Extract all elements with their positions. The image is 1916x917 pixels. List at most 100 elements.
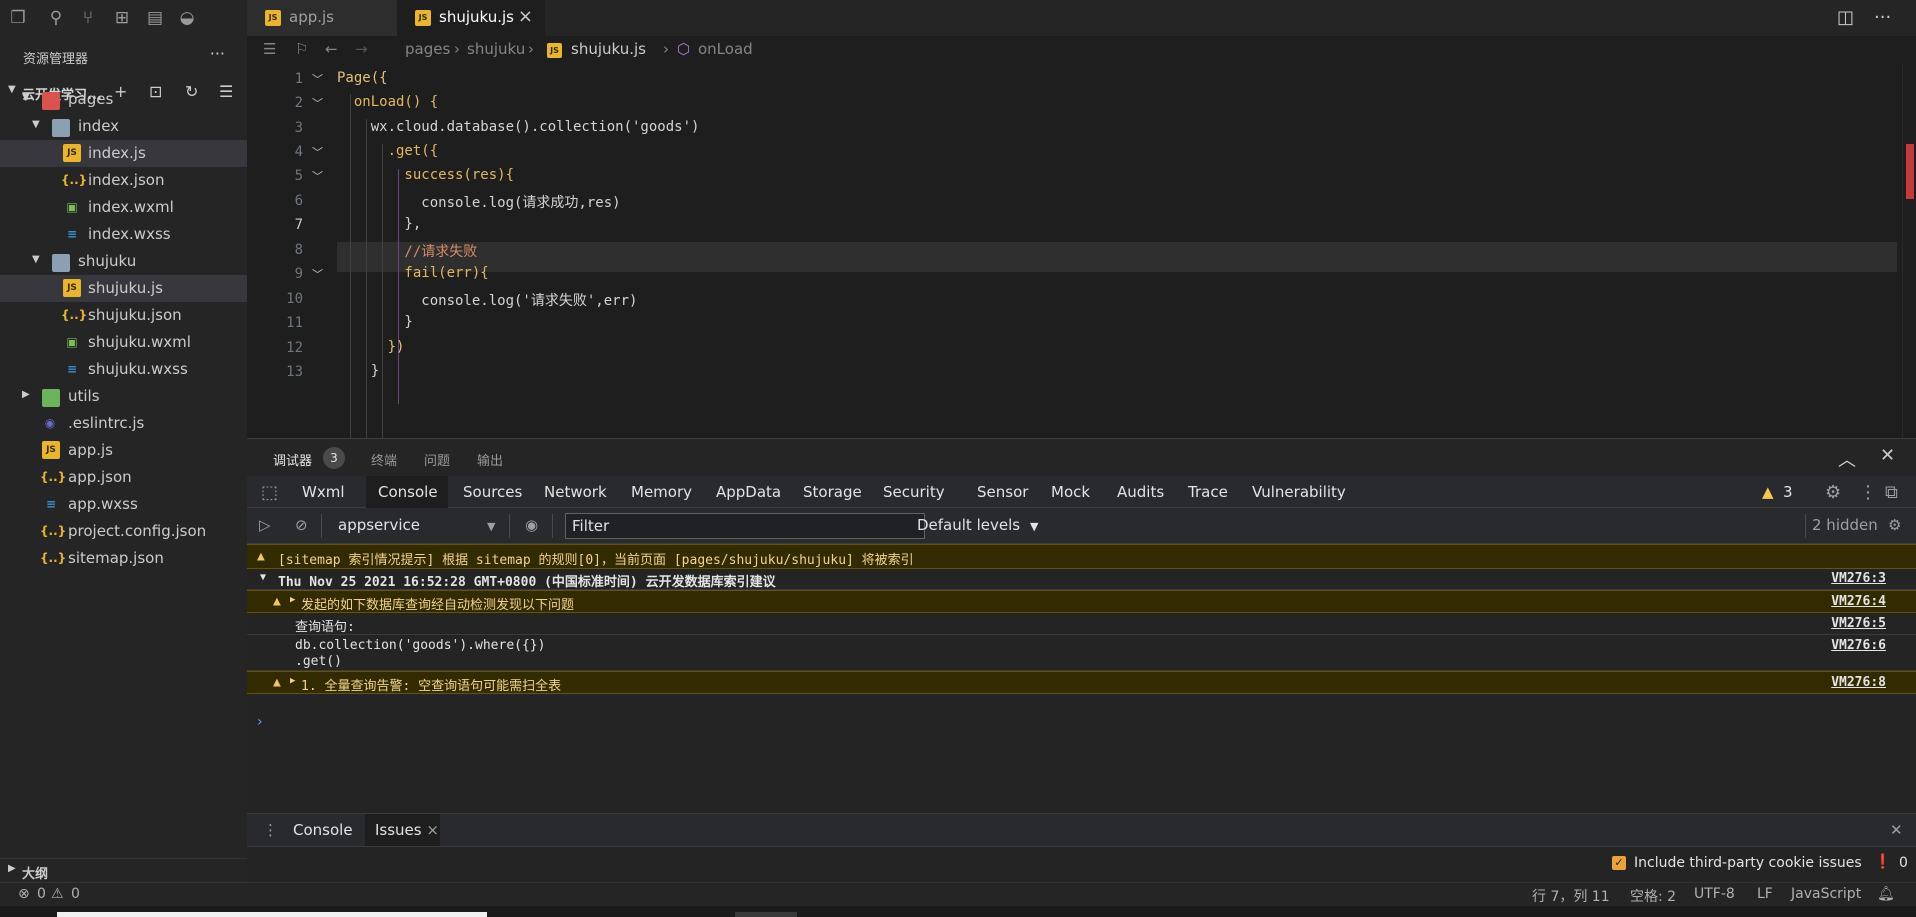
tab-vulnerability[interactable]: Vulnerability	[1252, 476, 1346, 508]
source-control-icon[interactable]: ⑂	[78, 8, 98, 28]
error-count[interactable]: 0	[37, 886, 46, 902]
fold-icon[interactable]: ﹀	[312, 144, 323, 160]
more-actions-icon[interactable]: ⋮	[1859, 482, 1877, 503]
breadcrumb-item[interactable]: shujuku.js	[571, 40, 646, 58]
fold-icon[interactable]: ﹀	[312, 95, 323, 111]
tree-item-index-wxss[interactable]: ≡ index.wxss	[0, 221, 247, 248]
tab-mock[interactable]: Mock	[1051, 476, 1090, 508]
outline-toggle-icon[interactable]: ☰	[263, 40, 276, 58]
code-editor[interactable]: 1 ﹀ Page({ 2 ﹀ onLoad() { 3 wx.cloud.dat…	[247, 64, 1916, 438]
eye-icon[interactable]: ◉	[525, 516, 538, 534]
fold-icon[interactable]: ﹀	[312, 168, 323, 184]
settings-icon[interactable]: ⚙	[1825, 482, 1841, 503]
sidebar-toggle-icon[interactable]: ▷	[259, 516, 271, 534]
forward-icon[interactable]: →	[355, 40, 368, 58]
line-ending[interactable]: LF	[1757, 886, 1773, 902]
tab-sensor[interactable]: Sensor	[977, 476, 1028, 508]
maximize-panel-icon[interactable]: ︿	[1838, 446, 1856, 472]
back-icon[interactable]: ←	[325, 40, 338, 58]
context-select[interactable]: appservice	[338, 516, 420, 534]
split-editor-icon[interactable]: ◫	[1837, 7, 1854, 28]
tree-item-index-folder[interactable]: ▼ index	[0, 113, 247, 140]
tree-item-index-js[interactable]: JS index.js	[0, 140, 247, 167]
breadcrumb-item[interactable]: onLoad	[698, 40, 753, 58]
layout-icon[interactable]: ▤	[145, 8, 165, 28]
source-link[interactable]: VM276:4	[1831, 594, 1886, 609]
source-link[interactable]: VM276:3	[1831, 571, 1886, 586]
tab-appdata[interactable]: AppData	[716, 476, 781, 508]
drawer-menu-icon[interactable]: ⋮	[263, 814, 278, 846]
tab-memory[interactable]: Memory	[631, 476, 692, 508]
tree-item-shujuku-folder[interactable]: ▼ shujuku	[0, 248, 247, 275]
fold-icon[interactable]: ﹀	[312, 71, 323, 87]
warning-count[interactable]: 0	[71, 886, 80, 902]
source-link[interactable]: VM276:6	[1831, 638, 1886, 653]
cursor-position[interactable]: 行 7，列 11	[1532, 886, 1610, 906]
settings-icon[interactable]: ⚙	[1888, 516, 1901, 534]
dock-icon[interactable]: ⧉	[1885, 482, 1898, 503]
source-link[interactable]: VM276:8	[1831, 675, 1886, 690]
tree-item-shujuku-js[interactable]: JS shujuku.js	[0, 275, 247, 302]
console-message-warning[interactable]: ▲ ▶ 1. 全量查询告警: 空查询语句可能需扫全表 VM276:8	[247, 671, 1916, 694]
tree-item-sitemap[interactable]: {..} sitemap.json	[0, 545, 247, 572]
levels-select[interactable]: Default levels	[917, 516, 1020, 534]
tab-network[interactable]: Network	[544, 476, 607, 508]
tab-shujuku-js[interactable]: JS shujuku.js ×	[397, 0, 545, 36]
source-link[interactable]: VM276:5	[1831, 616, 1886, 631]
tab-debugger[interactable]: 调试器	[273, 450, 312, 469]
tab-sources[interactable]: Sources	[463, 476, 522, 508]
more-actions-icon[interactable]: ···	[1874, 7, 1891, 28]
tree-item-app-wxss[interactable]: ≡ app.wxss	[0, 491, 247, 518]
more-actions-icon[interactable]: ···	[210, 44, 225, 63]
console-message-warning[interactable]: ▲ ▶ 发起的如下数据库查询经自动检测发现以下问题 VM276:4	[247, 590, 1916, 613]
tree-item-shujuku-wxml[interactable]: ▣ shujuku.wxml	[0, 329, 247, 356]
error-icon[interactable]: ⊗	[18, 886, 30, 902]
console-group[interactable]: ▼ Thu Nov 25 2021 16:52:28 GMT+0800 (中国标…	[247, 569, 1916, 590]
breadcrumb-item[interactable]: shujuku	[467, 40, 525, 58]
tree-item-shujuku-json[interactable]: {..} shujuku.json	[0, 302, 247, 329]
breadcrumb-item[interactable]: pages	[405, 40, 450, 58]
tree-item-eslintrc[interactable]: ◉ .eslintrc.js	[0, 410, 247, 437]
language-mode[interactable]: JavaScript	[1791, 886, 1861, 902]
search-icon[interactable]: ⚲	[46, 8, 66, 28]
tab-storage[interactable]: Storage	[803, 476, 862, 508]
tab-problems[interactable]: 问题	[424, 450, 450, 469]
tab-console[interactable]: Console	[366, 476, 448, 508]
extensions-icon[interactable]: ⊞	[112, 8, 132, 28]
filter-input[interactable]: Filter	[565, 513, 925, 539]
tab-security[interactable]: Security	[883, 476, 945, 508]
tree-item-app-js[interactable]: JS app.js	[0, 437, 247, 464]
tab-audits[interactable]: Audits	[1117, 476, 1164, 508]
close-icon[interactable]: ×	[518, 6, 533, 27]
encoding[interactable]: UTF-8	[1694, 886, 1735, 902]
inspect-element-icon[interactable]: ⬚	[261, 482, 278, 503]
editor-scrollbar[interactable]	[1902, 64, 1916, 438]
tab-trace[interactable]: Trace	[1188, 476, 1228, 508]
tree-item-index-json[interactable]: {..} index.json	[0, 167, 247, 194]
fold-icon[interactable]: ﹀	[312, 266, 323, 282]
tab-app-js[interactable]: JS app.js	[247, 0, 397, 36]
tree-item-shujuku-wxss[interactable]: ≡ shujuku.wxss	[0, 356, 247, 383]
notification-bell-icon[interactable]: 🔔︎	[1877, 886, 1895, 902]
clear-console-icon[interactable]: ⊘	[295, 516, 308, 534]
tree-item-app-json[interactable]: {..} app.json	[0, 464, 247, 491]
warning-icon[interactable]: ⚠	[51, 886, 64, 902]
close-icon[interactable]: ×	[426, 821, 439, 839]
console-prompt[interactable]: ›	[257, 714, 263, 730]
warning-count[interactable]: 3	[1783, 476, 1793, 508]
tab-issues[interactable]: Issues ×	[365, 814, 440, 846]
files-icon[interactable]: ❐	[8, 8, 28, 28]
tree-item-project-config[interactable]: {..} project.config.json	[0, 518, 247, 545]
tree-item-pages[interactable]: ▼ pages	[0, 86, 247, 113]
third-party-checkbox[interactable]: ✓	[1612, 856, 1626, 870]
tree-item-utils[interactable]: ▶ utils	[0, 383, 247, 410]
close-panel-icon[interactable]: ✕	[1880, 445, 1895, 466]
indentation[interactable]: 空格: 2	[1630, 886, 1676, 906]
tab-terminal[interactable]: 终端	[371, 450, 397, 469]
bookmark-icon[interactable]: ⚐	[295, 40, 308, 58]
tab-console-drawer[interactable]: Console	[293, 814, 353, 846]
tree-item-index-wxml[interactable]: ▣ index.wxml	[0, 194, 247, 221]
tab-output[interactable]: 输出	[477, 450, 503, 469]
close-drawer-icon[interactable]: ✕	[1890, 814, 1903, 846]
outline-section[interactable]: ▶ 大纲	[0, 858, 247, 882]
